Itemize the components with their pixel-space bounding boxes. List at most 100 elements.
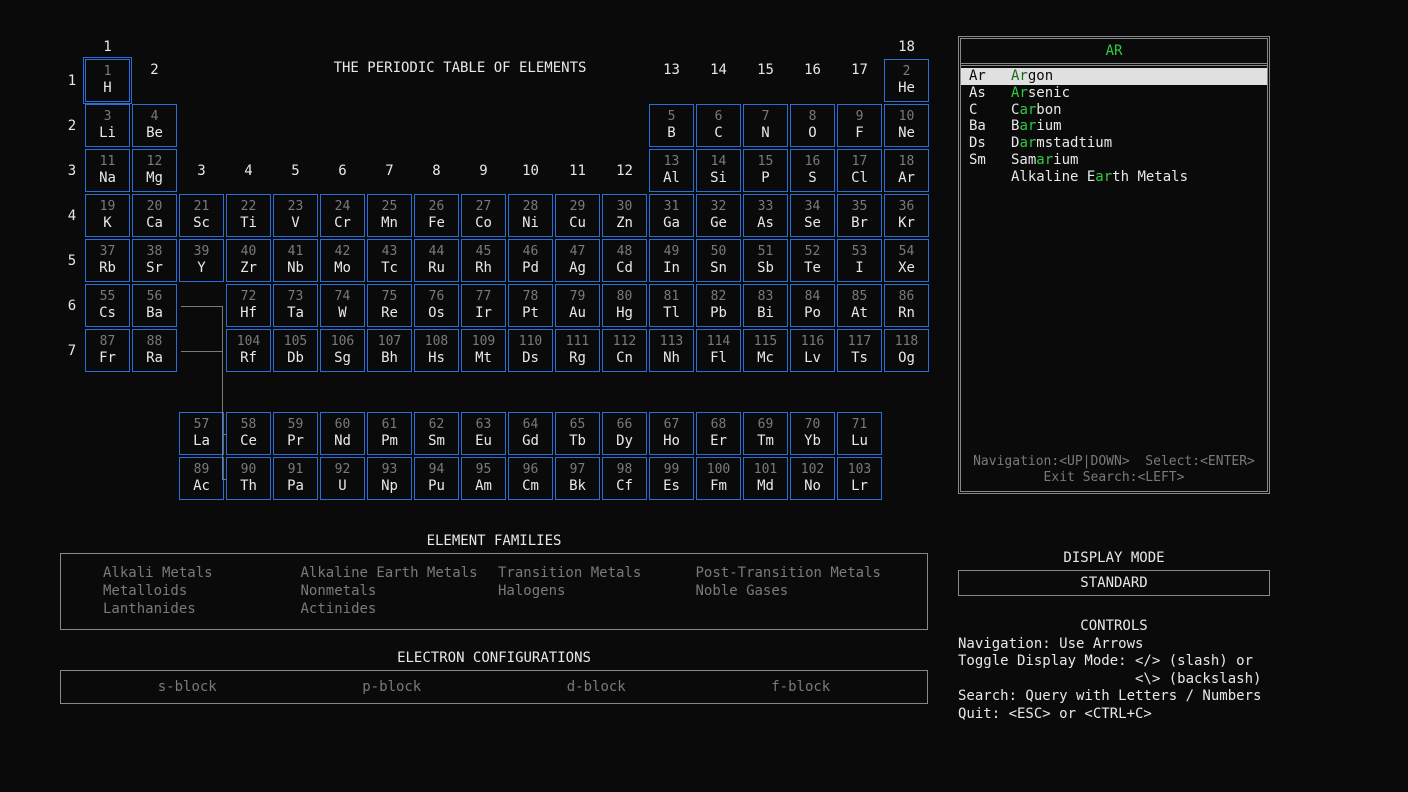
element-Sm[interactable]: 62Sm [414, 412, 459, 455]
element-Ds[interactable]: 110Ds [508, 329, 553, 372]
element-Rf[interactable]: 104Rf [226, 329, 271, 372]
block-item[interactable]: d-block [567, 679, 626, 695]
element-Ts[interactable]: 117Ts [837, 329, 882, 372]
element-Mt[interactable]: 109Mt [461, 329, 506, 372]
element-Re[interactable]: 75Re [367, 284, 412, 327]
element-O[interactable]: 8O [790, 104, 835, 147]
element-Nb[interactable]: 41Nb [273, 239, 318, 282]
search-result[interactable]: CCarbon [961, 102, 1267, 119]
element-Mg[interactable]: 12Mg [132, 149, 177, 192]
element-Bh[interactable]: 107Bh [367, 329, 412, 372]
family-item[interactable]: Actinides [301, 600, 491, 618]
element-V[interactable]: 23V [273, 194, 318, 237]
element-Pt[interactable]: 78Pt [508, 284, 553, 327]
element-He[interactable]: 2He [884, 59, 929, 102]
element-Ge[interactable]: 32Ge [696, 194, 741, 237]
element-Cf[interactable]: 98Cf [602, 457, 647, 500]
element-Yb[interactable]: 70Yb [790, 412, 835, 455]
element-K[interactable]: 19K [85, 194, 130, 237]
family-item[interactable]: Transition Metals [498, 564, 688, 582]
family-item[interactable]: Metalloids [103, 582, 293, 600]
element-Zn[interactable]: 30Zn [602, 194, 647, 237]
element-P[interactable]: 15P [743, 149, 788, 192]
element-Mn[interactable]: 25Mn [367, 194, 412, 237]
block-item[interactable]: f-block [771, 679, 830, 695]
element-Ru[interactable]: 44Ru [414, 239, 459, 282]
element-Pd[interactable]: 46Pd [508, 239, 553, 282]
element-Lv[interactable]: 116Lv [790, 329, 835, 372]
element-Rb[interactable]: 37Rb [85, 239, 130, 282]
element-Pu[interactable]: 94Pu [414, 457, 459, 500]
element-Ca[interactable]: 20Ca [132, 194, 177, 237]
element-Eu[interactable]: 63Eu [461, 412, 506, 455]
search-result[interactable]: SmSamarium [961, 152, 1267, 169]
element-Ni[interactable]: 28Ni [508, 194, 553, 237]
search-result[interactable]: ArArgon [961, 68, 1267, 85]
element-Rn[interactable]: 86Rn [884, 284, 929, 327]
element-Ac[interactable]: 89Ac [179, 457, 224, 500]
block-item[interactable]: s-block [158, 679, 217, 695]
element-Fm[interactable]: 100Fm [696, 457, 741, 500]
element-Cl[interactable]: 17Cl [837, 149, 882, 192]
element-Sb[interactable]: 51Sb [743, 239, 788, 282]
element-Th[interactable]: 90Th [226, 457, 271, 500]
element-Fr[interactable]: 87Fr [85, 329, 130, 372]
element-C[interactable]: 6C [696, 104, 741, 147]
element-Rh[interactable]: 45Rh [461, 239, 506, 282]
element-Lu[interactable]: 71Lu [837, 412, 882, 455]
element-U[interactable]: 92U [320, 457, 365, 500]
element-In[interactable]: 49In [649, 239, 694, 282]
search-result[interactable]: BaBarium [961, 118, 1267, 135]
element-Mc[interactable]: 115Mc [743, 329, 788, 372]
element-Pm[interactable]: 61Pm [367, 412, 412, 455]
element-Au[interactable]: 79Au [555, 284, 600, 327]
element-Bi[interactable]: 83Bi [743, 284, 788, 327]
element-Y[interactable]: 39Y [179, 239, 224, 282]
element-Ce[interactable]: 58Ce [226, 412, 271, 455]
element-Md[interactable]: 101Md [743, 457, 788, 500]
element-B[interactable]: 5B [649, 104, 694, 147]
element-Cm[interactable]: 96Cm [508, 457, 553, 500]
element-Na[interactable]: 11Na [85, 149, 130, 192]
search-panel[interactable]: AR ArArgonAsArsenicCCarbonBaBariumDsDarm… [958, 36, 1270, 494]
family-item[interactable]: Alkali Metals [103, 564, 293, 582]
element-Er[interactable]: 68Er [696, 412, 741, 455]
element-Po[interactable]: 84Po [790, 284, 835, 327]
element-Br[interactable]: 35Br [837, 194, 882, 237]
element-Ho[interactable]: 67Ho [649, 412, 694, 455]
element-Tm[interactable]: 69Tm [743, 412, 788, 455]
element-Cd[interactable]: 48Cd [602, 239, 647, 282]
element-Ar[interactable]: 18Ar [884, 149, 929, 192]
element-Ga[interactable]: 31Ga [649, 194, 694, 237]
element-Np[interactable]: 93Np [367, 457, 412, 500]
element-Hf[interactable]: 72Hf [226, 284, 271, 327]
search-result[interactable]: Alkaline Earth Metals [961, 169, 1267, 186]
element-Cn[interactable]: 112Cn [602, 329, 647, 372]
element-Ti[interactable]: 22Ti [226, 194, 271, 237]
block-item[interactable]: p-block [362, 679, 421, 695]
element-Gd[interactable]: 64Gd [508, 412, 553, 455]
element-Ta[interactable]: 73Ta [273, 284, 318, 327]
element-Mo[interactable]: 42Mo [320, 239, 365, 282]
element-Tc[interactable]: 43Tc [367, 239, 412, 282]
element-Si[interactable]: 14Si [696, 149, 741, 192]
element-Cr[interactable]: 24Cr [320, 194, 365, 237]
element-No[interactable]: 102No [790, 457, 835, 500]
element-Zr[interactable]: 40Zr [226, 239, 271, 282]
element-Hs[interactable]: 108Hs [414, 329, 459, 372]
element-Li[interactable]: 3Li [85, 104, 130, 147]
element-Sc[interactable]: 21Sc [179, 194, 224, 237]
element-Cu[interactable]: 29Cu [555, 194, 600, 237]
element-N[interactable]: 7N [743, 104, 788, 147]
family-item[interactable]: Nonmetals [301, 582, 491, 600]
element-Nd[interactable]: 60Nd [320, 412, 365, 455]
element-Pb[interactable]: 82Pb [696, 284, 741, 327]
element-Lr[interactable]: 103Lr [837, 457, 882, 500]
family-item[interactable]: Lanthanides [103, 600, 293, 618]
element-H[interactable]: 1H [85, 59, 130, 102]
element-F[interactable]: 9F [837, 104, 882, 147]
family-item[interactable]: Noble Gases [696, 582, 886, 600]
element-S[interactable]: 16S [790, 149, 835, 192]
element-Al[interactable]: 13Al [649, 149, 694, 192]
element-Am[interactable]: 95Am [461, 457, 506, 500]
